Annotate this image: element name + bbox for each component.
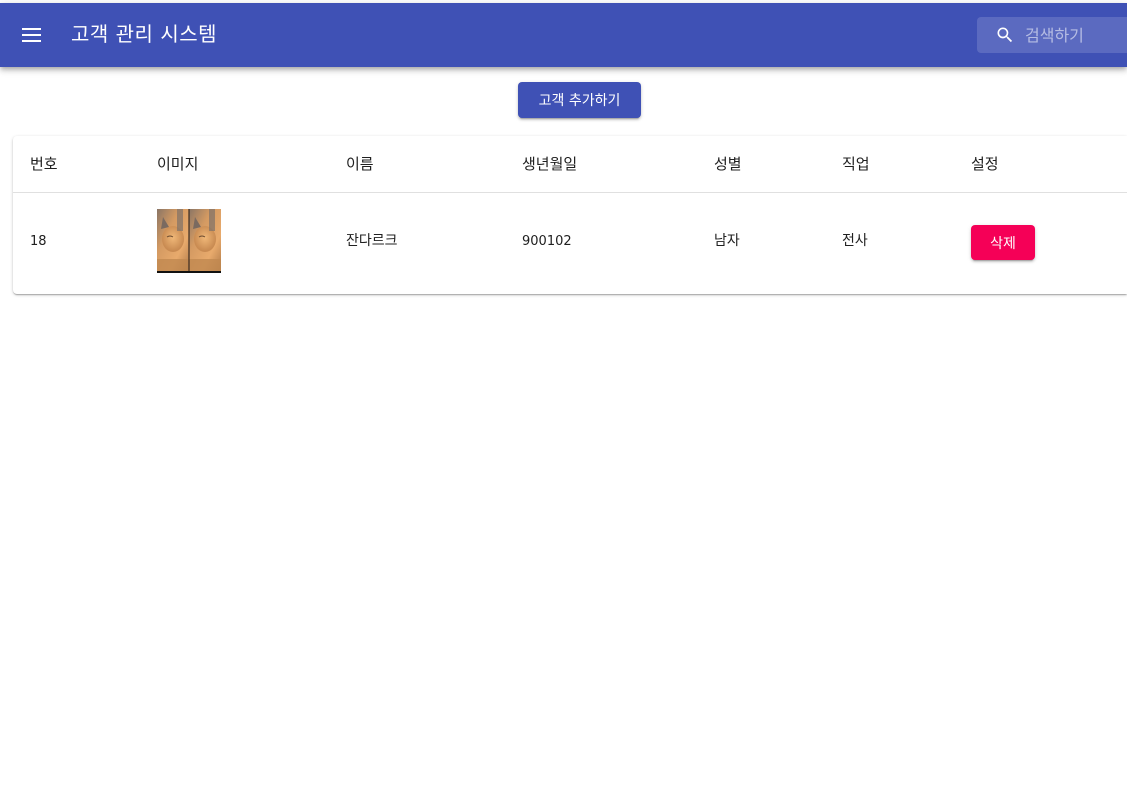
app-title: 고객 관리 시스템 <box>71 22 218 46</box>
customer-photo <box>157 209 221 273</box>
column-header-name: 이름 <box>346 155 374 173</box>
column-header-number: 번호 <box>30 155 58 173</box>
column-header-birthday: 생년월일 <box>522 155 578 173</box>
cell-birthday: 900102 <box>522 234 572 249</box>
delete-button[interactable]: 삭제 <box>971 225 1035 260</box>
cell-job: 전사 <box>842 233 868 249</box>
cell-name: 잔다르크 <box>346 233 398 249</box>
table-header-row: 번호 이미지 이름 생년월일 성별 직업 설정 <box>13 136 1127 193</box>
cell-id: 18 <box>30 234 47 249</box>
menu-icon <box>22 28 41 30</box>
table-row: 18 잔다르크 900102 남자 전사 삭제 <box>13 193 1127 294</box>
cell-gender: 남자 <box>714 233 740 249</box>
menu-button[interactable] <box>12 15 52 55</box>
column-header-gender: 성별 <box>714 155 742 173</box>
column-header-job: 직업 <box>842 155 870 173</box>
column-header-settings: 설정 <box>971 155 999 173</box>
search-icon <box>997 27 1013 43</box>
customer-table: 번호 이미지 이름 생년월일 성별 직업 설정 18 잔다르크 900102 남… <box>13 136 1127 294</box>
search-box <box>977 17 1127 53</box>
search-input[interactable] <box>1025 21 1125 49</box>
customer-photo-image <box>157 209 221 273</box>
app-bar: 고객 관리 시스템 <box>0 3 1127 67</box>
column-header-image: 이미지 <box>157 155 199 173</box>
add-customer-button[interactable]: 고객 추가하기 <box>518 82 641 118</box>
